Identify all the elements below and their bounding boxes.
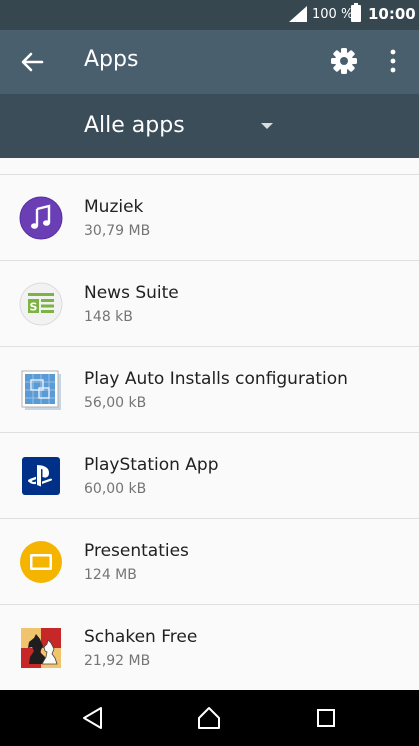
app-name: Schaken Free	[84, 627, 198, 647]
back-triangle-icon[interactable]	[81, 706, 105, 730]
app-name: PlayStation App	[84, 455, 219, 475]
signal-icon	[289, 6, 307, 22]
app-size: 148 kB	[84, 309, 133, 325]
app-size: 124 MB	[84, 567, 137, 583]
gear-icon[interactable]	[331, 48, 357, 74]
status-bar: 100 % 10:00	[0, 0, 419, 30]
app-name: Play Auto Installs configuration	[84, 369, 348, 389]
app-name: Presentaties	[84, 541, 189, 561]
battery-percentage: 100 %	[312, 7, 354, 22]
news-suite-icon: S	[19, 282, 63, 326]
list-item-playstation-app[interactable]: PlayStation App 60,00 kB	[0, 433, 419, 519]
list-item-presentaties[interactable]: Presentaties 124 MB	[0, 519, 419, 605]
filter-selected-label: Alle apps	[84, 113, 185, 138]
back-arrow-icon[interactable]	[18, 48, 46, 76]
recent-apps-icon[interactable]	[314, 706, 338, 730]
slides-icon	[20, 541, 62, 583]
dropdown-arrow-icon	[261, 123, 273, 129]
app-bar: Apps	[0, 30, 419, 94]
app-list[interactable]: Muziek 30,79 MB S News Suite 148 kB Play…	[0, 158, 419, 690]
navigation-bar	[0, 690, 419, 746]
app-size: 21,92 MB	[84, 653, 151, 669]
app-size: 60,00 kB	[84, 481, 147, 497]
app-size: 30,79 MB	[84, 223, 151, 239]
app-name: Muziek	[84, 197, 144, 217]
home-icon[interactable]	[197, 706, 221, 730]
app-filter-dropdown[interactable]: Alle apps	[0, 94, 419, 158]
page-title: Apps	[84, 47, 139, 72]
playstation-icon	[22, 457, 60, 495]
more-options-icon[interactable]	[383, 48, 403, 74]
list-item-schaken-free[interactable]: Schaken Free 21,92 MB	[0, 605, 419, 690]
blueprint-icon	[21, 370, 61, 410]
svg-text:S: S	[30, 301, 38, 314]
app-size: 56,00 kB	[84, 395, 147, 411]
battery-icon	[351, 3, 361, 22]
music-note-icon	[19, 196, 63, 240]
chess-knight-icon	[21, 628, 61, 668]
list-item-news-suite[interactable]: S News Suite 148 kB	[0, 261, 419, 347]
list-item-muziek[interactable]: Muziek 30,79 MB	[0, 175, 419, 261]
list-item-play-auto-installs[interactable]: Play Auto Installs configuration 56,00 k…	[0, 347, 419, 433]
clock: 10:00	[368, 5, 416, 23]
app-name: News Suite	[84, 283, 179, 303]
